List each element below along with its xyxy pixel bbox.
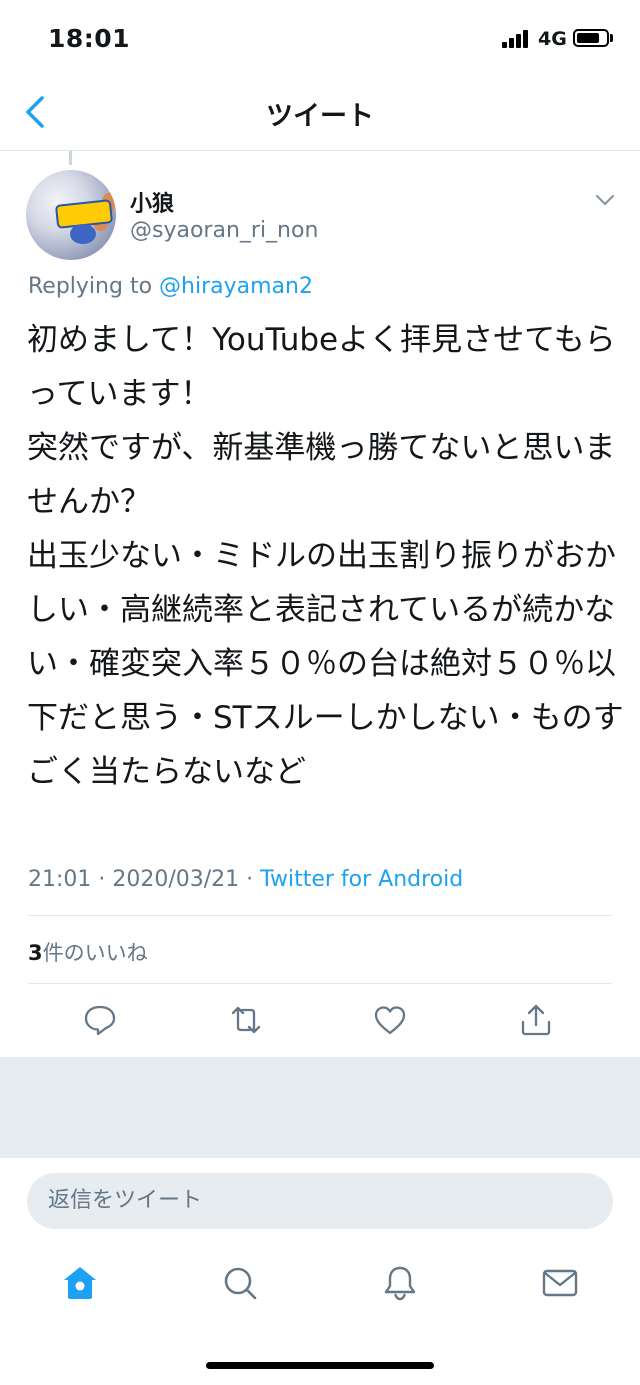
bell-icon[interactable] xyxy=(381,1264,419,1302)
divider xyxy=(28,983,612,984)
avatar[interactable] xyxy=(26,170,116,260)
battery-icon xyxy=(573,29,609,47)
home-indicator xyxy=(206,1362,434,1369)
comment-icon[interactable] xyxy=(82,1002,118,1038)
home-icon[interactable] xyxy=(61,1264,99,1302)
likes-number: 3 xyxy=(28,941,43,965)
author-handle[interactable]: @syaoran_ri_non xyxy=(130,218,318,243)
battery-tip xyxy=(610,34,613,42)
empty-replies-area xyxy=(0,1057,640,1158)
cellular-signal-icon xyxy=(502,30,532,48)
tweet-source-link[interactable]: Twitter for Android xyxy=(260,867,463,892)
tweet-timestamp: 21:01 · 2020/03/21 · xyxy=(28,867,261,892)
retweet-icon[interactable] xyxy=(228,1002,264,1038)
author-display-name[interactable]: 小狼 xyxy=(130,186,174,218)
reply-input[interactable]: 返信をツイート xyxy=(27,1173,613,1229)
heart-icon[interactable] xyxy=(372,1002,408,1038)
search-icon[interactable] xyxy=(221,1264,259,1302)
reply-mention-link[interactable]: @hirayaman2 xyxy=(159,274,313,299)
likes-count[interactable]: 3件のいいね xyxy=(28,937,148,967)
likes-label: 件のいいね xyxy=(42,941,148,965)
chevron-down-icon[interactable] xyxy=(594,192,616,208)
share-icon[interactable] xyxy=(518,1002,554,1038)
replying-prefix: Replying to xyxy=(28,274,153,299)
replying-to: Replying to @hirayaman2 xyxy=(28,274,313,299)
tweet-text: 初めまして！YouTubeよく拝見させてもらっています！ 突然ですが、新基準機っ… xyxy=(27,322,624,790)
thread-connector xyxy=(69,151,72,165)
status-time: 18:01 xyxy=(48,24,131,53)
tweet-meta: 21:01 · 2020/03/21 · Twitter for Android xyxy=(28,867,463,892)
page-title: ツイート xyxy=(266,101,374,132)
nav-divider xyxy=(0,150,640,151)
mail-icon[interactable] xyxy=(541,1264,579,1302)
divider xyxy=(28,915,612,916)
network-type: 4G xyxy=(538,28,567,50)
